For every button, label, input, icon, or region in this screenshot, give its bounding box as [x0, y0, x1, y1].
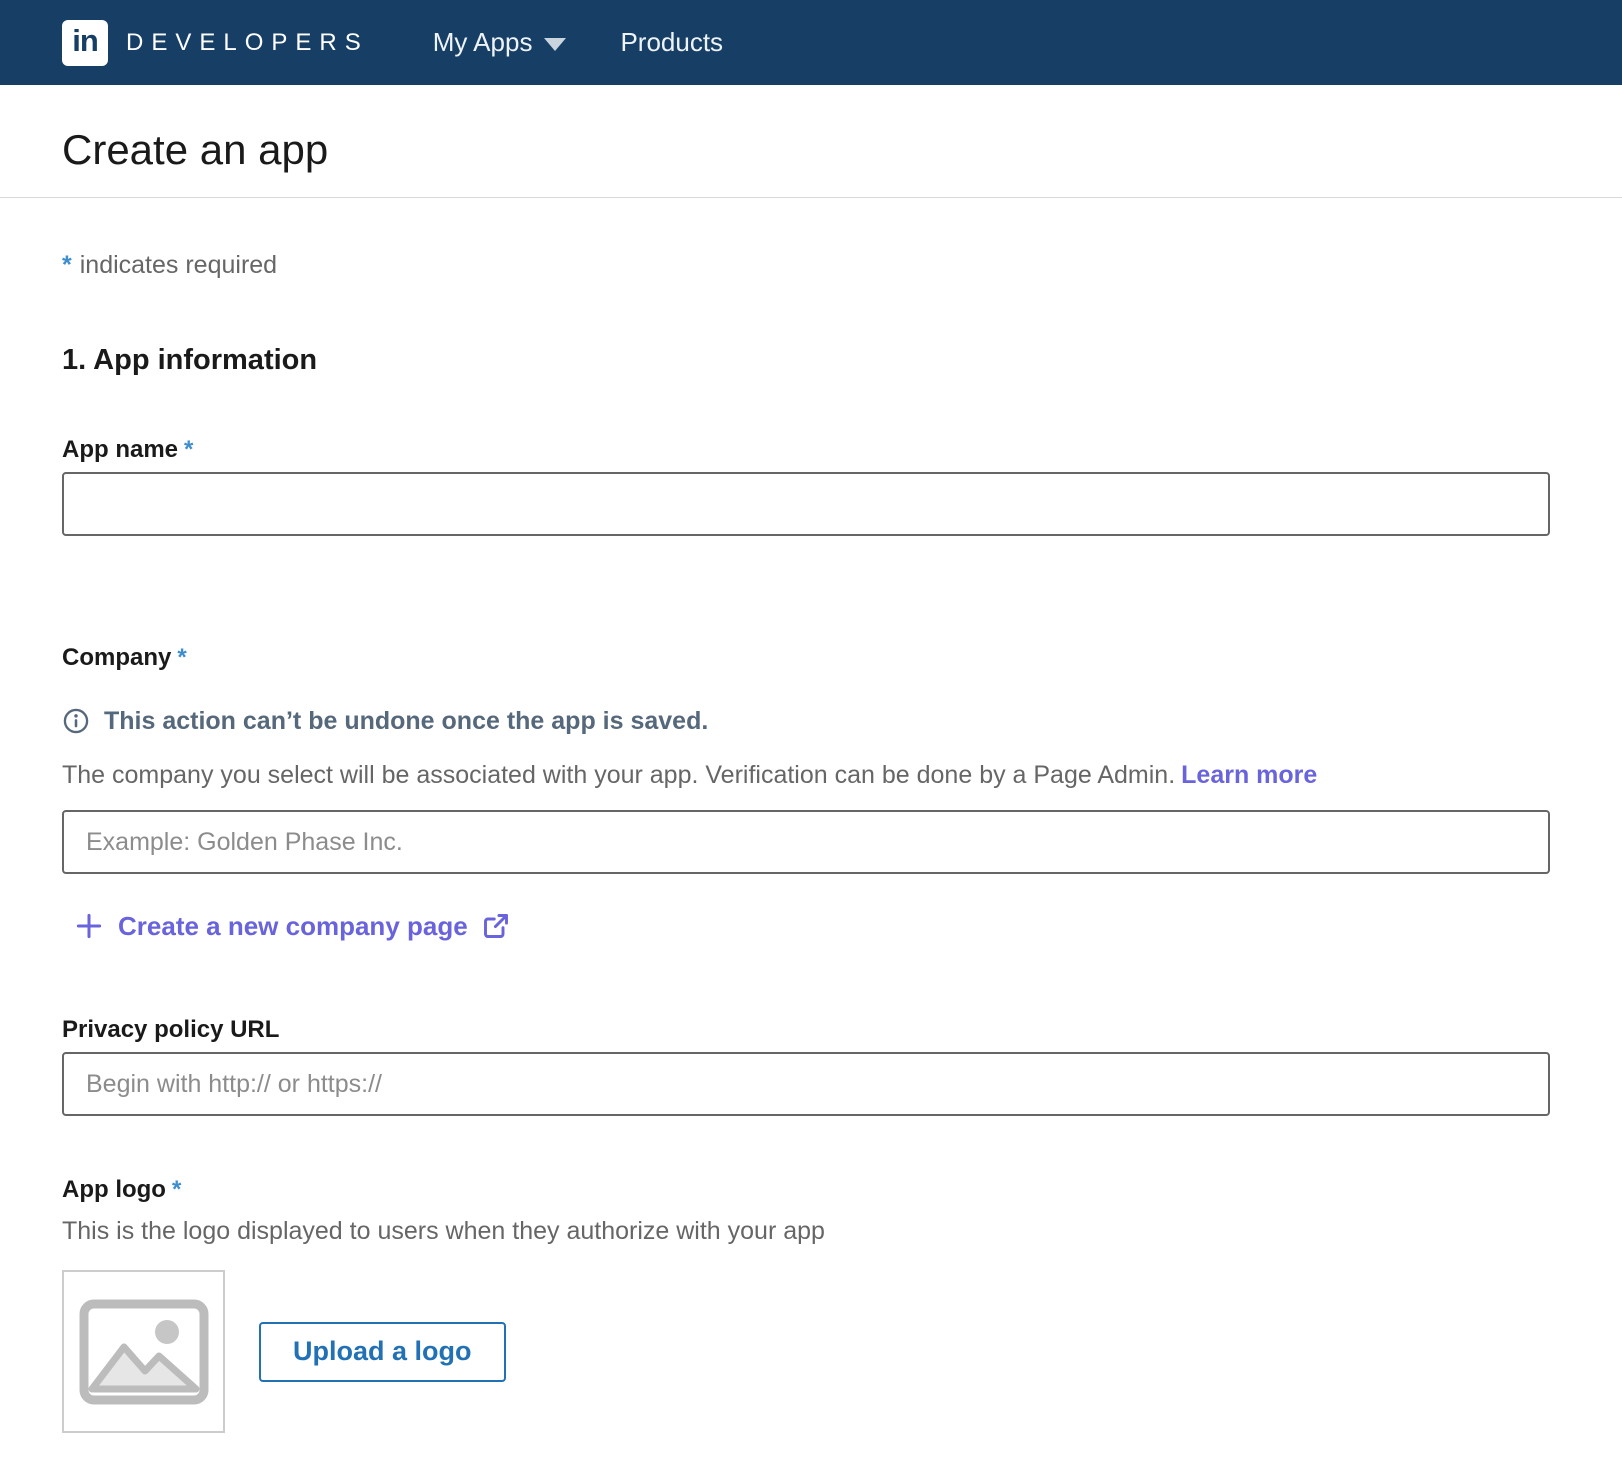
company-label-text: Company: [62, 644, 171, 671]
nav-my-apps-label: My Apps: [433, 27, 533, 58]
privacy-policy-input[interactable]: [62, 1052, 1550, 1116]
company-label: Company*: [62, 644, 1550, 672]
linkedin-logo[interactable]: in: [62, 20, 108, 66]
required-asterisk: *: [177, 644, 186, 671]
company-warning: This action can’t be undone once the app…: [62, 706, 1550, 736]
chevron-down-icon: [544, 38, 566, 51]
privacy-policy-label-text: Privacy policy URL: [62, 1016, 279, 1043]
app-logo-label: App logo*: [62, 1176, 1550, 1204]
required-asterisk: *: [184, 436, 193, 463]
required-asterisk: *: [172, 1176, 181, 1203]
create-company-page-label: Create a new company page: [118, 910, 468, 942]
app-logo-preview: [62, 1270, 225, 1433]
brand-developers: DEVELOPERS: [126, 29, 369, 57]
upload-logo-button[interactable]: Upload a logo: [259, 1322, 506, 1382]
info-icon: [62, 707, 90, 735]
create-company-page-link[interactable]: Create a new company page: [74, 910, 510, 942]
app-name-label-text: App name: [62, 436, 178, 463]
image-placeholder-icon: [79, 1299, 209, 1405]
app-logo-row: Upload a logo: [62, 1270, 1550, 1433]
app-logo-description: This is the logo displayed to users when…: [62, 1216, 1550, 1246]
learn-more-link[interactable]: Learn more: [1181, 761, 1317, 789]
app-name-input[interactable]: [62, 472, 1550, 536]
privacy-policy-label: Privacy policy URL: [62, 1016, 1550, 1044]
section-heading-app-information: 1. App information: [62, 342, 1550, 378]
nav-products[interactable]: Products: [620, 27, 723, 58]
company-description: The company you select will be associate…: [62, 760, 1550, 790]
page-header: Create an app: [0, 85, 1622, 198]
top-navbar: in DEVELOPERS My Apps Products: [0, 0, 1622, 85]
plus-icon: [74, 911, 104, 941]
linkedin-logo-text: in: [72, 25, 98, 60]
company-description-text: The company you select will be associate…: [62, 761, 1175, 789]
app-name-label: App name*: [62, 436, 1550, 464]
nav-my-apps[interactable]: My Apps: [433, 27, 567, 58]
company-warning-text: This action can’t be undone once the app…: [104, 706, 708, 736]
required-asterisk: *: [62, 251, 72, 279]
create-app-form: * indicates required 1. App information A…: [0, 198, 1622, 1433]
external-link-icon: [482, 912, 510, 940]
company-input[interactable]: [62, 810, 1550, 874]
app-logo-label-text: App logo: [62, 1176, 166, 1203]
page-title: Create an app: [62, 125, 1560, 175]
required-note-text: indicates required: [80, 251, 277, 279]
nav-products-label: Products: [620, 27, 723, 58]
required-note: * indicates required: [62, 250, 1550, 280]
